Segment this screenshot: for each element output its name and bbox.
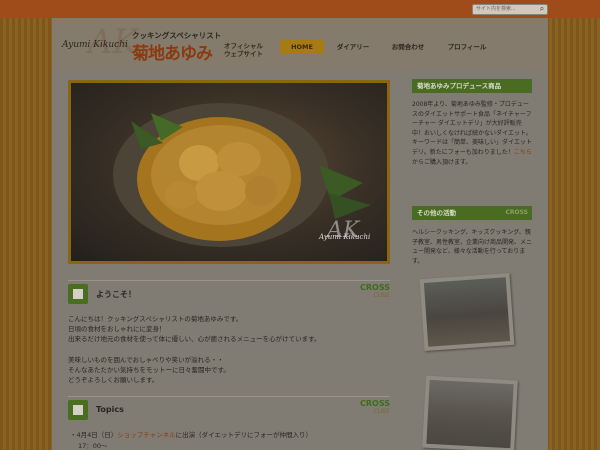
welcome-line: 美味しいものを囲んでおしゃべりや笑いが溢れる・・ [68, 355, 224, 364]
page-container: AK Ayumi Kikuchi クッキングスペシャリスト 菊地あゆみ オフィシ… [52, 18, 548, 450]
activity-photo-2 [422, 375, 518, 450]
cube-label: CUBE [373, 292, 391, 299]
nav-home[interactable]: HOME [280, 40, 324, 54]
cross-label: CROSS [360, 399, 390, 408]
purchase-link[interactable]: こちら [514, 149, 532, 156]
produce-description: 2008年より、菊地あゆみ監修・プロデュースのダイエットサポート食品「ネイチャー… [412, 101, 532, 156]
logo-name[interactable]: Ayumi Kikuchi [62, 40, 128, 50]
cross-badge: CROSS [505, 209, 529, 216]
nav-diary[interactable]: ダイアリー [330, 40, 376, 54]
topic-date: ・4月4日（日） [70, 431, 118, 439]
site-title-sub: オフィシャル ウェブサイト [224, 42, 263, 58]
activity-photo-1 [419, 272, 515, 352]
sidebar-activities-header: その他の活動 CROSS [412, 206, 532, 220]
nav-profile[interactable]: プロフィール [442, 40, 492, 54]
topics-title: Topics [96, 405, 124, 414]
title-sub-line-1: オフィシャル [224, 42, 263, 50]
topic-time: 17：00〜 [78, 441, 108, 450]
purchase-suffix: からご購入頂けます。 [412, 158, 472, 166]
topic-item: ・4月4日（日）ショップチャンネルに出演（ダイエットデリにフォーが仲間入り） 1… [70, 430, 392, 450]
welcome-line: どうぞよろしくお願いします。 [68, 376, 159, 385]
search-icon[interactable]: ⌕ [537, 4, 547, 14]
nav-contact[interactable]: お問合わせ [386, 40, 430, 54]
cross-label: CROSS [360, 283, 390, 292]
welcome-icon [68, 284, 88, 304]
welcome-line: こんにちは！クッキングスペシャリストの菊地あゆみです。 [68, 315, 243, 323]
site-title[interactable]: 菊地あゆみ [132, 39, 213, 64]
cross-cube-badge: CROSS CUBE [360, 400, 390, 416]
topic-desc: に出演（ダイエットデリにフォーが仲間入り） [175, 431, 313, 439]
main-photo-frame: AK Ayumi Kikuchi [68, 80, 390, 264]
main-photo: AK Ayumi Kikuchi [71, 83, 387, 261]
site-header: AK Ayumi Kikuchi クッキングスペシャリスト 菊地あゆみ オフィシ… [52, 18, 548, 70]
photo-signature: Ayumi Kikuchi [319, 233, 371, 241]
welcome-line: 出来るだけ地元の食材を使って体に優しい、心が癒されるメニューを心がけています。 [68, 335, 321, 344]
welcome-section-header: ようこそ！ CROSS CUBE [68, 280, 390, 304]
welcome-paragraph-1: こんにちは！クッキングスペシャリストの菊地あゆみです。 日頃の食材をおしゃれにに… [68, 314, 390, 345]
welcome-title: ようこそ！ [96, 290, 136, 299]
shop-channel-link[interactable]: ショップチャンネル [117, 431, 175, 439]
welcome-text: こんにちは！クッキングスペシャリストの菊地あゆみです。 日頃の食材をおしゃれにに… [68, 314, 390, 395]
sidebar-produce-header: 菊地あゆみプロデュース商品 [412, 79, 532, 93]
topics-section-header: Topics CROSS CUBE [68, 396, 390, 420]
welcome-line: そんなあたたかい気持ちをモットーに日々奮闘中です。 [68, 365, 230, 374]
topics-icon [68, 400, 88, 420]
sidebar-activities-text: ヘルシークッキング、キッズクッキング、親子教室、男性教室、企業向け商品開発、メニ… [412, 229, 533, 265]
title-sub-line-2: ウェブサイト [224, 50, 263, 58]
sidebar-produce-text: 2008年より、菊地あゆみ監修・プロデュースのダイエットサポート食品「ネイチャー… [412, 100, 532, 167]
welcome-line: 日頃の食材をおしゃれにに変身！ [68, 325, 166, 334]
cross-cube-badge: CROSS CUBE [360, 284, 390, 300]
activities-title: その他の活動 [417, 209, 456, 217]
welcome-paragraph-2: 美味しいものを囲んでおしゃべりや笑いが溢れる・・ そんなあたたかい気持ちをモット… [68, 355, 390, 386]
cube-label: CUBE [373, 408, 391, 415]
